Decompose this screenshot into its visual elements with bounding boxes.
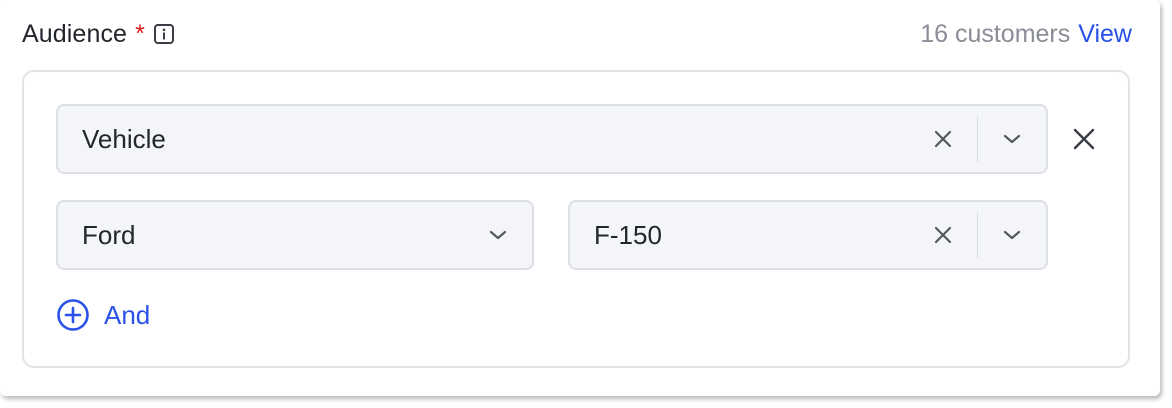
- conditions-panel: Vehicle Ford F-150 And: [22, 70, 1130, 368]
- info-icon[interactable]: [153, 24, 174, 44]
- close-icon: [934, 130, 952, 148]
- model-select-value: F-150: [594, 219, 662, 250]
- close-icon: [1073, 128, 1095, 150]
- title-group: Audience *: [22, 20, 174, 49]
- required-indicator: *: [135, 19, 145, 48]
- remove-condition-button[interactable]: [1064, 119, 1104, 159]
- attribute-select-value: Vehicle: [82, 123, 166, 154]
- model-select[interactable]: F-150: [568, 200, 1048, 270]
- clear-attribute-button[interactable]: [909, 106, 977, 172]
- expand-attribute-button[interactable]: [978, 106, 1046, 172]
- attribute-select[interactable]: Vehicle: [56, 104, 1048, 174]
- chevron-down-icon: [1003, 134, 1021, 144]
- plus-circle-icon: [57, 299, 89, 331]
- audience-card: Audience * 16 customers View Vehicle For…: [0, 0, 1160, 396]
- expand-make-button[interactable]: [464, 202, 532, 268]
- customer-count: 16 customers: [920, 19, 1071, 48]
- view-customers-link[interactable]: View: [1078, 20, 1132, 48]
- audience-header: Audience * 16 customers View: [22, 12, 1132, 56]
- chevron-down-icon: [1003, 230, 1021, 240]
- close-icon: [934, 226, 952, 244]
- audience-title: Audience: [22, 19, 128, 48]
- chevron-down-icon: [489, 230, 507, 240]
- make-select[interactable]: Ford: [56, 200, 534, 270]
- add-and-condition-button[interactable]: And: [56, 298, 150, 332]
- expand-model-button[interactable]: [978, 202, 1046, 268]
- and-label: And: [104, 299, 151, 330]
- clear-model-button[interactable]: [909, 202, 977, 268]
- make-select-value: Ford: [82, 219, 136, 250]
- customer-summary: 16 customers View: [920, 20, 1132, 49]
